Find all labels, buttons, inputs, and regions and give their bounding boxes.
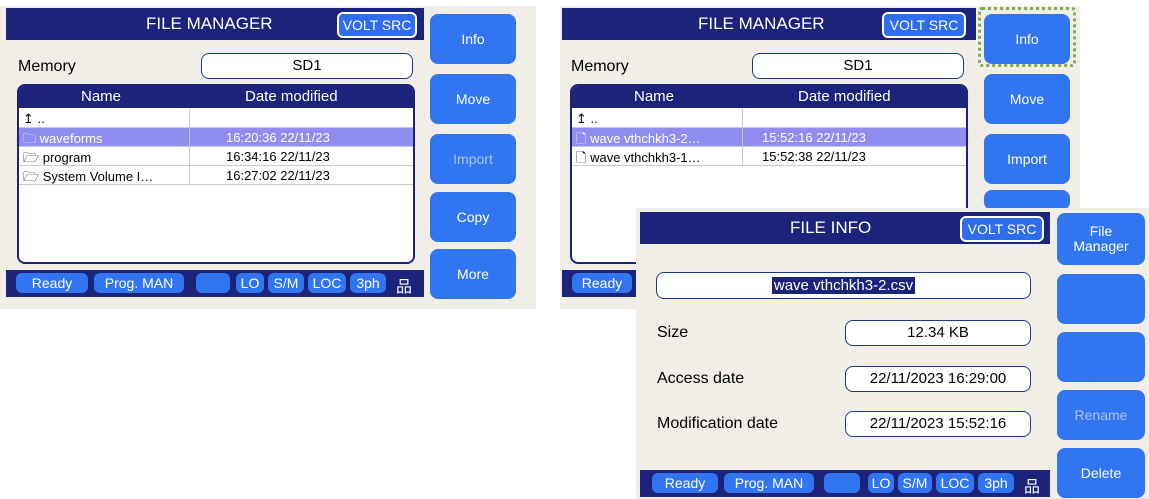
move-button[interactable]: Move xyxy=(984,74,1070,124)
delete-button[interactable]: Delete xyxy=(1057,448,1145,498)
status-ready: Ready xyxy=(572,273,632,293)
left-status-bar: Ready Prog. MAN LO S/M LOC 3ph 品 xyxy=(6,270,424,297)
file-info-status-bar: Ready Prog. MAN LO S/M LOC 3ph 品 xyxy=(640,470,1050,497)
left-file-list[interactable]: Name Date modified ↥ .. 🗀 waveforms 16:2… xyxy=(17,84,415,264)
status-sm: S/M xyxy=(898,473,932,493)
file-icon: 🗋 xyxy=(576,150,587,165)
file-icon: 🗋 xyxy=(576,131,587,146)
status-3ph: 3ph xyxy=(978,473,1014,493)
list-item[interactable]: 🗀 waveforms 16:20:36 22/11/23 xyxy=(19,128,413,147)
right-mode-badge: VOLT SRC xyxy=(882,12,966,38)
up-arrow-icon: ↥ xyxy=(23,111,34,126)
status-program-mode: Prog. MAN xyxy=(94,273,184,293)
left-title-bar: FILE MANAGER VOLT SRC xyxy=(6,8,424,40)
copy-button[interactable]: Copy xyxy=(430,192,516,242)
access-date-label: Access date xyxy=(657,370,745,387)
folder-icon: 🗁 xyxy=(23,150,40,165)
access-date-field: 22/11/2023 16:29:00 xyxy=(845,366,1031,392)
list-item[interactable]: ↥ .. xyxy=(572,109,966,128)
right-list-header: Name Date modified xyxy=(572,86,966,108)
file-info-mode-badge: VOLT SRC xyxy=(960,216,1044,242)
status-program-mode: Prog. MAN xyxy=(724,473,814,493)
right-memory-field[interactable]: SD1 xyxy=(752,53,964,79)
status-loc: LOC xyxy=(936,473,974,493)
file-info-title-bar: FILE INFO VOLT SRC xyxy=(640,212,1050,244)
file-info-title: FILE INFO xyxy=(790,218,872,237)
right-col-date[interactable]: Date modified xyxy=(798,88,891,105)
up-arrow-icon: ↥ xyxy=(576,111,587,126)
right-title-bar: FILE MANAGER VOLT SRC xyxy=(562,8,976,40)
softkey-blank-1[interactable] xyxy=(1057,274,1145,324)
status-ready: Ready xyxy=(652,473,718,493)
more-button[interactable]: More xyxy=(430,249,516,299)
status-lo: LO xyxy=(236,273,264,293)
list-item[interactable]: 🗁 System Volume I… 16:27:02 22/11/23 xyxy=(19,166,413,185)
filename-value: wave vthchkh3-2.csv xyxy=(771,277,916,294)
status-sm: S/M xyxy=(268,273,304,293)
list-item[interactable]: ↥ .. xyxy=(19,109,413,128)
list-item[interactable]: 🗁 program 16:34:16 22/11/23 xyxy=(19,147,413,166)
left-page-title: FILE MANAGER xyxy=(146,14,273,33)
move-button[interactable]: Move xyxy=(430,74,516,124)
network-icon: 品 xyxy=(396,279,413,296)
import-button[interactable]: Import xyxy=(984,134,1070,184)
file-manager-button[interactable]: File Manager xyxy=(1057,213,1145,265)
import-button[interactable]: Import xyxy=(430,134,516,184)
list-item[interactable]: 🗋 wave vthchkh3-2… 15:52:16 22/11/23 xyxy=(572,128,966,147)
right-col-name[interactable]: Name xyxy=(634,88,674,105)
softkey-blank-2[interactable] xyxy=(1057,332,1145,382)
right-memory-label: Memory xyxy=(571,58,629,75)
left-memory-field[interactable]: SD1 xyxy=(201,53,413,79)
network-icon: 品 xyxy=(1024,479,1041,496)
status-blank xyxy=(196,273,230,293)
rename-button[interactable]: Rename xyxy=(1057,390,1145,440)
list-item[interactable]: 🗋 wave vthchkh3-1… 15:52:38 22/11/23 xyxy=(572,147,966,166)
status-lo: LO xyxy=(868,473,894,493)
left-col-name[interactable]: Name xyxy=(81,88,121,105)
left-list-header: Name Date modified xyxy=(19,86,413,108)
focus-highlight xyxy=(978,7,1076,67)
status-ready: Ready xyxy=(16,273,88,293)
info-button[interactable]: Info xyxy=(430,14,516,64)
modification-date-field: 22/11/2023 15:52:16 xyxy=(845,411,1031,437)
status-3ph: 3ph xyxy=(350,273,386,293)
left-memory-label: Memory xyxy=(18,58,76,75)
status-blank xyxy=(824,473,860,493)
folder-icon: 🗁 xyxy=(23,169,40,184)
left-mode-badge: VOLT SRC xyxy=(337,12,417,38)
modification-date-label: Modification date xyxy=(657,415,778,432)
filename-field[interactable]: wave vthchkh3-2.csv xyxy=(656,272,1031,299)
right-page-title: FILE MANAGER xyxy=(698,14,825,33)
folder-icon: 🗀 xyxy=(23,131,37,146)
status-loc: LOC xyxy=(308,273,346,293)
hidden-softkey[interactable] xyxy=(984,190,1070,210)
size-label: Size xyxy=(657,324,689,341)
size-field: 12.34 KB xyxy=(845,320,1031,346)
left-col-date[interactable]: Date modified xyxy=(245,88,338,105)
